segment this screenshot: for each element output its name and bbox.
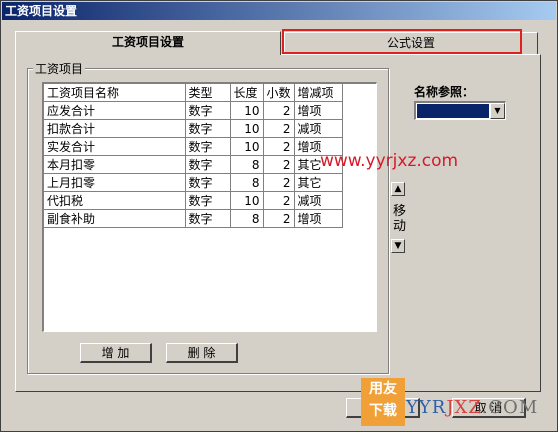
watermark-logo-text: YYRJXZ.COM <box>406 397 538 418</box>
cell-type[interactable]: 数字 <box>185 137 231 156</box>
cell-length[interactable]: 8 <box>230 155 264 174</box>
watermark-logo: 用友 下载 <box>361 378 405 426</box>
cell-decimals[interactable]: 2 <box>263 173 295 192</box>
logo-top-text: 用友 <box>369 381 397 397</box>
selected-value <box>417 104 489 118</box>
cell-add-sub[interactable]: 增项 <box>294 101 343 120</box>
cell-add-sub[interactable]: 其它 <box>294 173 343 192</box>
cell-name[interactable]: 上月扣零 <box>44 173 186 192</box>
cell-length[interactable]: 8 <box>230 173 264 192</box>
cell-name[interactable]: 副食补助 <box>44 209 186 228</box>
triangle-down-icon: ▼ <box>394 241 402 251</box>
cell-type[interactable]: 数字 <box>185 119 231 138</box>
cell-name[interactable]: 代扣税 <box>44 191 186 210</box>
delete-button[interactable]: 删 除 <box>166 343 238 363</box>
group-label: 工资项目 <box>33 60 86 77</box>
cell-decimals[interactable]: 2 <box>263 191 295 210</box>
move-down-button[interactable]: ▼ <box>391 239 405 253</box>
cell-type[interactable]: 数字 <box>185 191 231 210</box>
table-header-row: 工资项目名称 类型 长度 小数 增减项 <box>44 84 343 102</box>
tab-highlight-box <box>282 29 522 54</box>
tab-salary-items[interactable]: 工资项目设置 <box>15 31 281 55</box>
table-row[interactable]: 本月扣零 数字 8 2 其它 <box>44 155 343 174</box>
triangle-up-icon: ▲ <box>394 184 402 194</box>
name-reference-select[interactable]: ▼ <box>414 101 506 120</box>
cell-name[interactable]: 扣款合计 <box>44 119 186 138</box>
dialog-window: 工资项目设置 工资项目设置 公式设置 工资项目 工资项目名称 类型 长度 小数 … <box>0 0 558 432</box>
col-header-type[interactable]: 类型 <box>185 84 231 102</box>
cell-decimals[interactable]: 2 <box>263 119 295 138</box>
logo-bottom-text: 下载 <box>369 403 397 419</box>
col-header-length[interactable]: 长度 <box>230 84 264 102</box>
salary-items-grid[interactable]: 工资项目名称 类型 长度 小数 增减项 应发合计 数字 10 2 增项 扣款合计 <box>42 82 377 332</box>
cell-decimals[interactable]: 2 <box>263 137 295 156</box>
cell-decimals[interactable]: 2 <box>263 209 295 228</box>
cell-add-sub[interactable]: 减项 <box>294 119 343 138</box>
cell-length[interactable]: 10 <box>230 191 264 210</box>
salary-items-table: 工资项目名称 类型 长度 小数 增减项 应发合计 数字 10 2 增项 扣款合计 <box>44 84 343 228</box>
chevron-down-icon[interactable]: ▼ <box>490 103 505 119</box>
logo-text-b: JXZ <box>446 397 482 418</box>
cell-type[interactable]: 数字 <box>185 155 231 174</box>
cell-name[interactable]: 应发合计 <box>44 101 186 120</box>
cell-length[interactable]: 10 <box>230 101 264 120</box>
add-button[interactable]: 增 加 <box>80 343 152 363</box>
table-row[interactable]: 应发合计 数字 10 2 增项 <box>44 101 343 120</box>
col-header-decimals[interactable]: 小数 <box>263 84 295 102</box>
cell-type[interactable]: 数字 <box>185 101 231 120</box>
table-row[interactable]: 代扣税 数字 10 2 减项 <box>44 191 343 210</box>
table-row[interactable]: 实发合计 数字 10 2 增项 <box>44 137 343 156</box>
name-reference-label: 名称参照： <box>414 85 475 99</box>
cell-name[interactable]: 实发合计 <box>44 137 186 156</box>
col-header-add-sub[interactable]: 增减项 <box>294 84 343 102</box>
cell-length[interactable]: 10 <box>230 119 264 138</box>
table-row[interactable]: 上月扣零 数字 8 2 其它 <box>44 173 343 192</box>
cell-length[interactable]: 8 <box>230 209 264 228</box>
move-label: 移动 <box>393 204 407 234</box>
cell-decimals[interactable]: 2 <box>263 155 295 174</box>
window-title: 工资项目设置 <box>2 2 556 20</box>
cell-decimals[interactable]: 2 <box>263 101 295 120</box>
cell-add-sub[interactable]: 增项 <box>294 209 343 228</box>
table-row[interactable]: 扣款合计 数字 10 2 减项 <box>44 119 343 138</box>
cell-type[interactable]: 数字 <box>185 173 231 192</box>
table-row[interactable]: 副食补助 数字 8 2 增项 <box>44 209 343 228</box>
cell-type[interactable]: 数字 <box>185 209 231 228</box>
col-header-name[interactable]: 工资项目名称 <box>44 84 186 102</box>
logo-text-a: YYR <box>406 397 447 418</box>
cell-length[interactable]: 10 <box>230 137 264 156</box>
watermark-url: www.yyrjxz.com <box>320 151 459 171</box>
logo-text-c: .COM <box>481 397 539 418</box>
cell-name[interactable]: 本月扣零 <box>44 155 186 174</box>
cell-add-sub[interactable]: 减项 <box>294 191 343 210</box>
move-up-button[interactable]: ▲ <box>391 182 405 196</box>
